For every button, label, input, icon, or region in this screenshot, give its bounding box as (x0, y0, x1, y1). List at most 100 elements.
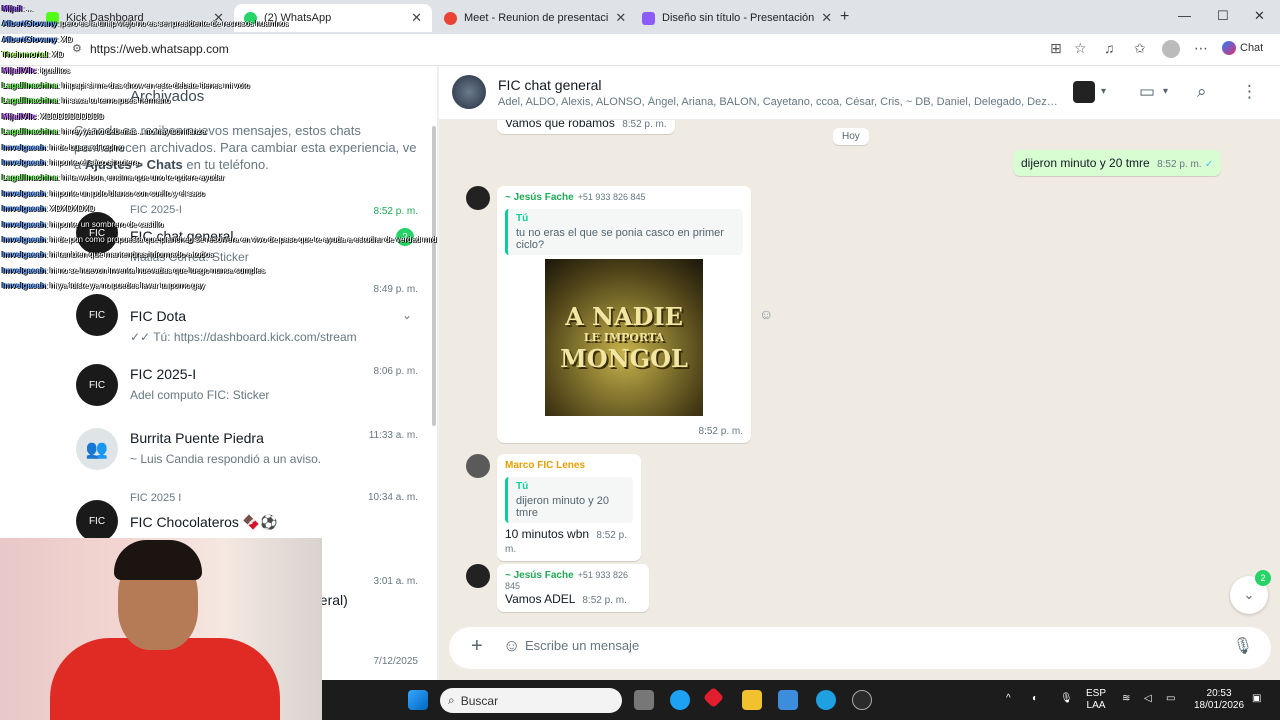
volume-icon[interactable]: ◁ (1144, 693, 1152, 705)
tab-canva[interactable]: Diseño sin título - Presentación ✕ (632, 4, 832, 32)
chat-title[interactable]: FIC chat general (498, 77, 602, 93)
apps-icon[interactable]: ⊞ (1050, 40, 1062, 57)
task-view-icon[interactable] (634, 690, 654, 710)
new-tab-icon[interactable]: + (840, 8, 849, 26)
emoji-icon[interactable]: ☺ (503, 636, 520, 656)
chevron-up-icon[interactable]: ^ (1006, 693, 1011, 705)
app-icon[interactable] (702, 686, 725, 709)
archived-title: Archivados (130, 88, 205, 105)
avatar[interactable] (466, 186, 490, 210)
edge-icon[interactable] (816, 690, 836, 710)
tab-kick-dashboard[interactable]: Kick Dashboard ✕ (36, 4, 234, 32)
folder-icon[interactable] (742, 690, 762, 710)
avatar[interactable] (466, 564, 490, 588)
kick-icon (46, 11, 59, 25)
site-info-icon[interactable]: ⚙ (72, 42, 82, 55)
chat-time: 11:33 a. m. (368, 430, 418, 441)
unread-badge: 2 (396, 228, 414, 246)
search-icon: ⌕ (448, 693, 455, 707)
start-icon[interactable] (408, 690, 428, 710)
url-field[interactable]: https://web.whatsapp.com (90, 42, 229, 56)
favorites-icon[interactable]: ✩ (1134, 40, 1146, 57)
chat-last-message: ~ Luis Candia respondió a un aviso. (130, 452, 322, 466)
chat-community: FIC 2025 I (130, 492, 182, 504)
close-icon[interactable]: ✕ (615, 10, 626, 26)
language-indicator[interactable]: ESP LAA (1086, 688, 1106, 712)
group-icon: 👥 (76, 428, 118, 470)
avatar: FIC (76, 212, 118, 254)
chevron-down-icon[interactable]: ▾ (1101, 86, 1106, 97)
scrollbar[interactable] (432, 126, 436, 426)
chat-header[interactable]: FIC chat general Adel, ALDO, Alexis, ALO… (439, 66, 1280, 120)
profile-avatar[interactable] (1162, 40, 1180, 58)
quoted-message[interactable]: Tú tu no eras el que se ponia casco en p… (505, 209, 743, 255)
message-bubble[interactable]: Vamos que robamos 8:52 p. m. (497, 120, 675, 134)
message-time: 8:52 p. m. (698, 426, 743, 437)
sticker-image[interactable]: A NADIE LE IMPORTA MONGOL (545, 259, 703, 416)
quoted-message[interactable]: Tú dijeron minuto y 20 tmre (505, 477, 633, 523)
chat-name: FIC Dota (130, 308, 187, 324)
conversation-pane: Vamos que robamos 8:52 p. m. Hoy dijeron… (439, 120, 1280, 622)
tab-label: Diseño sin título - Presentación (662, 12, 815, 24)
chevron-down-icon[interactable]: ▾ (1163, 86, 1168, 97)
chat-time: 3:01 a. m. (373, 576, 418, 587)
message-text: Vamos que robamos (505, 120, 615, 130)
tray-app-icon[interactable]: ◐ (1032, 693, 1038, 705)
back-arrow-icon[interactable]: ← (20, 88, 35, 105)
emoji-reaction-icon[interactable]: ☺ (759, 306, 773, 322)
more-icon[interactable]: ⋯ (1194, 40, 1208, 57)
avatar[interactable] (466, 454, 490, 478)
video-call-icon[interactable]: ▭ (1139, 82, 1155, 102)
chat-item-burrita-puente-piedra[interactable]: 👥 Burrita Puente Piedra 11:33 a. m. ~ Lu… (56, 418, 426, 482)
close-icon[interactable]: ✕ (213, 10, 224, 26)
copilot-chat-button[interactable]: Chat (1222, 41, 1263, 55)
message-input-box[interactable]: + ☺ 🎙 (449, 627, 1271, 669)
minimize-icon[interactable]: — (1178, 8, 1191, 23)
chat-time: 8:06 p. m. (373, 366, 418, 377)
chat-item-fic-chat-general[interactable]: FIC FIC 2025-I FIC chat general 8:52 p. … (56, 202, 426, 266)
browser-tab-bar: Kick Dashboard ✕ (2) WhatsApp ✕ Meet - R… (0, 0, 1280, 34)
battery-icon[interactable]: ▭ (1166, 693, 1175, 705)
chat-last-message: ✓✓ Tú: https://dashboard.kick.com/stream (130, 330, 357, 344)
group-avatar[interactable] (452, 75, 486, 109)
message-input[interactable] (525, 638, 1205, 653)
search-icon[interactable]: ⌕ (1197, 82, 1207, 102)
obs-icon[interactable] (852, 690, 872, 710)
chat-last-message: Matias Correa: Sticker (130, 250, 249, 264)
settings-link[interactable]: Ajustes > Chats (85, 157, 183, 172)
microphone-icon[interactable]: 🎙 (1233, 636, 1253, 656)
star-icon[interactable]: ☆ (1074, 40, 1087, 57)
store-icon[interactable] (778, 690, 798, 710)
outgoing-message[interactable]: dijeron minuto y 20 tmre 8:52 p. m. ✓ (1013, 150, 1222, 176)
media-icon[interactable]: ♫ (1104, 40, 1115, 56)
avatar: FIC (76, 364, 118, 406)
message-bubble[interactable]: ~ Jesús Fache +51 933 826 845 Tú tu no er… (497, 186, 751, 443)
microphone-icon[interactable]: 🎙 (1060, 693, 1073, 705)
close-icon[interactable]: ✕ (411, 10, 422, 26)
close-window-icon[interactable]: ✕ (1254, 8, 1265, 24)
weather-icon[interactable] (670, 690, 690, 710)
chevron-down-icon[interactable]: ⌄ (402, 308, 412, 322)
kick-extension-icon[interactable] (1073, 81, 1095, 103)
tab-whatsapp[interactable]: (2) WhatsApp ✕ (234, 4, 432, 32)
taskbar-search[interactable]: ⌕ Buscar (440, 688, 622, 713)
close-icon[interactable]: ✕ (821, 10, 832, 26)
maximize-icon[interactable]: ☐ (1217, 8, 1229, 24)
tab-label: (2) WhatsApp (264, 12, 332, 24)
message-bubble[interactable]: Marco FIC Lenes Tú dijeron minuto y 20 t… (497, 454, 641, 561)
message-bubble[interactable]: ~ Jesús Fache +51 933 826 845 Vamos ADEL … (497, 564, 649, 612)
wifi-icon[interactable]: ≋ (1122, 693, 1130, 705)
attach-plus-icon[interactable]: + (471, 635, 483, 658)
tab-meet[interactable]: Meet - Reunion de presentaci ✕ (434, 4, 630, 32)
clock[interactable]: 20:53 18/01/2026 (1194, 688, 1244, 712)
tab-label: Kick Dashboard (66, 12, 144, 24)
composer: + ☺ 🎙 (439, 622, 1280, 680)
menu-icon[interactable]: ⋮ (1241, 82, 1258, 102)
address-bar: ⚙ https://web.whatsapp.com ⊞ ☆ ♫ ✩ ⋯ Cha… (0, 34, 1280, 66)
chat-name: Burrita Puente Piedra (130, 430, 264, 446)
chat-item-fic-2025-i[interactable]: FIC FIC 2025-I 8:06 p. m. Adel computo F… (56, 354, 426, 418)
notification-icon[interactable]: ▣ (1252, 693, 1261, 705)
chat-item-fic-dota[interactable]: FIC FIC Dota 8:49 p. m. ✓✓ Tú: https://d… (56, 284, 426, 348)
members-list: Adel, ALDO, Alexis, ALONSO, Ángel, Arian… (498, 96, 1058, 108)
chat-label: Chat (1240, 42, 1264, 54)
